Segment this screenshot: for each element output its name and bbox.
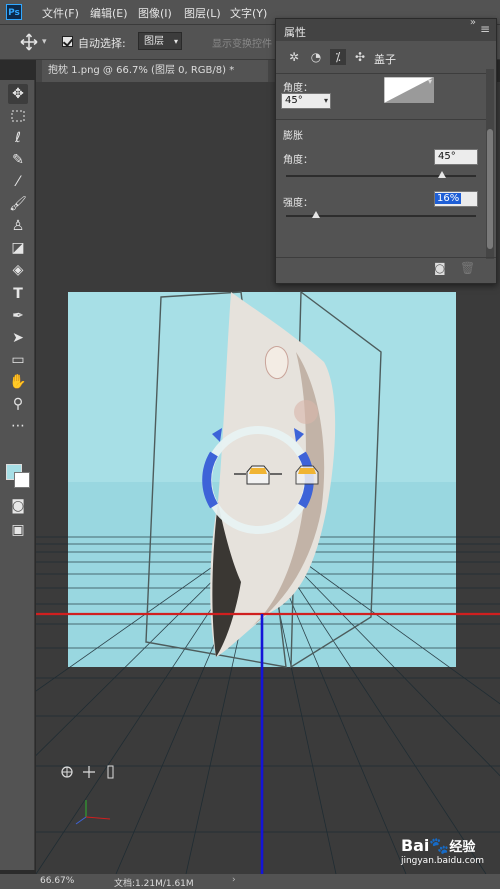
chevron-down-icon[interactable]: ▾ <box>42 37 47 47</box>
menu-file[interactable]: 文件(F) <box>42 5 79 21</box>
inflate-angle-slider-track[interactable] <box>286 175 476 177</box>
eraser-tool[interactable]: ◪ <box>8 238 28 258</box>
move-tool[interactable]: ✥ <box>8 84 28 104</box>
zoom-level[interactable]: 66.67% <box>40 876 74 886</box>
tab-caps[interactable]: 盖子 <box>374 51 396 67</box>
properties-panel: 属性 ≡ » ✲ ◔ ⁒ ✣ 盖子 角度： 45° ▾ ▾ 膨胀 角度： 45°… <box>275 17 497 284</box>
move-tool-icon[interactable] <box>20 33 38 51</box>
chevron-down-icon: ▾ <box>323 96 328 105</box>
screen-mode-icon[interactable]: ▣ <box>8 520 28 540</box>
strength-label: 强度： <box>283 198 313 209</box>
paint-bucket-tool[interactable]: ◈ <box>8 260 28 280</box>
document-size: 文档:1.21M/1.61M <box>114 879 194 889</box>
inflate-angle-label: 角度： <box>283 155 313 166</box>
inflate-angle-slider-thumb[interactable] <box>437 171 446 178</box>
panel-scrollbar[interactable] <box>486 69 494 259</box>
quick-mask-icon[interactable]: ◙ <box>8 496 28 516</box>
pillow-pattern <box>264 346 289 380</box>
marquee-icon <box>11 110 25 122</box>
coordinates-icon[interactable]: ✣ <box>352 49 368 65</box>
show-transform-label[interactable]: 显示变换控件 <box>212 35 272 50</box>
chevron-down-icon: ▾ <box>173 37 178 46</box>
properties-mode-tabs: ✲ ◔ ⁒ ✣ 盖子 <box>276 45 486 71</box>
render-icon[interactable]: ◙ <box>434 261 446 275</box>
trash-icon[interactable]: 🗑 <box>460 261 475 275</box>
collapse-panel-icon[interactable]: » <box>470 17 476 28</box>
watermark-url: jingyan.baidu.com <box>400 856 484 866</box>
background-color-swatch[interactable] <box>14 472 30 488</box>
document-tabbar: 抱枕 1.png @ 66.7% (图层 0, RGB/8) * <box>36 60 276 82</box>
more-tools-icon[interactable]: ⋯ <box>8 416 28 436</box>
divider <box>276 119 486 120</box>
panel-scrollbar-thumb[interactable] <box>487 129 493 249</box>
marquee-tool[interactable] <box>8 106 28 126</box>
zoom-tool[interactable]: ⚲ <box>8 394 28 414</box>
chevron-down-icon[interactable]: ▾ <box>428 77 432 86</box>
type-tool[interactable]: T <box>8 284 28 304</box>
lasso-tool[interactable]: ℓ <box>8 128 28 148</box>
menu-type[interactable]: 文字(Y) <box>230 5 267 21</box>
properties-panel-header: 属性 ≡ » <box>276 17 496 41</box>
strength-slider-thumb[interactable] <box>312 211 321 218</box>
divider <box>276 73 486 74</box>
paw-icon: 🐾 <box>429 836 450 855</box>
bevel-contour-preview[interactable] <box>384 77 434 103</box>
quick-select-tool[interactable]: ✎ <box>8 150 28 170</box>
menu-edit[interactable]: 编辑(E) <box>90 5 128 21</box>
inflate-angle-input[interactable]: 45° <box>434 149 478 165</box>
auto-select-label: 自动选择: <box>78 37 126 50</box>
hand-tool[interactable]: ✋ <box>8 372 28 392</box>
watermark-brand: Bai <box>400 836 430 855</box>
strength-input[interactable]: 16% <box>434 191 478 207</box>
cap-angle-dropdown[interactable]: 45° ▾ <box>281 93 331 109</box>
watermark: Bai🐾经验 jingyan.baidu.com <box>400 838 484 867</box>
document-tab[interactable]: 抱枕 1.png @ 66.7% (图层 0, RGB/8) * <box>42 60 268 82</box>
brush-tool[interactable]: 🖌 <box>8 194 28 214</box>
pen-tool[interactable]: ✒ <box>8 306 28 326</box>
auto-select-dropdown[interactable]: 图层 ▾ <box>138 32 182 50</box>
watermark-brand2: 经验 <box>449 840 476 855</box>
watermark-logo: Bai🐾经验 <box>401 838 484 856</box>
cap-angle-value: 45° <box>285 95 303 106</box>
stamp-tool[interactable]: ♙ <box>8 216 28 236</box>
menu-layer[interactable]: 图层(L) <box>184 5 221 21</box>
auto-select-checkbox[interactable] <box>62 36 73 47</box>
tools-panel: ✥ ℓ ✎ ⁄ 🖌 ♙ ◪ ◈ T ✒ ➤ ▭ ✋ ⚲ ⋯ ◙ ▣ <box>0 80 35 870</box>
eyedropper-tool[interactable]: ⁄ <box>8 172 28 192</box>
axis-widget[interactable] <box>61 765 114 825</box>
status-bar: 66.67% 文档:1.21M/1.61M › <box>0 874 500 889</box>
properties-panel-title[interactable]: 属性 <box>284 24 306 40</box>
pillow-pattern-spot <box>294 400 318 424</box>
menu-image[interactable]: 图像(I) <box>138 5 172 21</box>
rectangle-tool[interactable]: ▭ <box>8 350 28 370</box>
auto-select-value: 图层 <box>144 36 164 47</box>
cap-angle-label: 角度： <box>283 83 313 94</box>
chevron-right-icon[interactable]: › <box>232 875 236 885</box>
panel-menu-icon[interactable]: ≡ <box>480 22 490 36</box>
photoshop-logo-icon: Ps <box>6 4 22 20</box>
divider <box>276 257 496 258</box>
path-select-tool[interactable]: ➤ <box>8 328 28 348</box>
deform-icon[interactable]: ◔ <box>308 49 324 65</box>
inflate-icon[interactable]: ⁒ <box>330 49 346 65</box>
inflate-section-title: 膨胀 <box>283 131 303 142</box>
mesh-icon[interactable]: ✲ <box>286 49 302 65</box>
strength-value: 16% <box>435 193 462 204</box>
